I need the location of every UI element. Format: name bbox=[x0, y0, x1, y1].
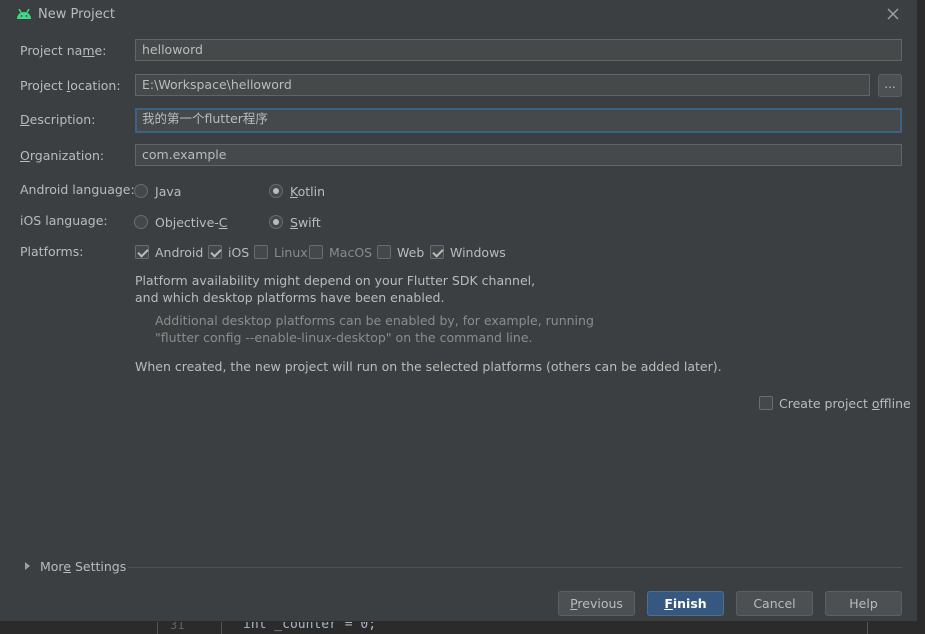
gutter-border-left bbox=[157, 622, 158, 634]
ios-platform-label[interactable]: iOS bbox=[228, 245, 249, 260]
create-offline-checkbox[interactable] bbox=[759, 396, 773, 410]
organization-label: Organization: bbox=[20, 148, 105, 163]
project-name-input[interactable]: helloword bbox=[135, 39, 902, 61]
project-location-input[interactable]: E:\Workspace\helloword bbox=[135, 74, 870, 96]
android-checkbox[interactable] bbox=[135, 245, 149, 259]
linux-platform-label[interactable]: Linux bbox=[274, 245, 308, 260]
project-name-label: Project name: bbox=[20, 43, 107, 58]
desktop-hint-line-1: Additional desktop platforms can be enab… bbox=[155, 313, 594, 328]
project-location-label: Project location: bbox=[20, 78, 121, 93]
browse-button[interactable]: ... bbox=[878, 74, 902, 97]
background-editor: 31 int _counter = 0; bbox=[0, 622, 925, 634]
more-settings-separator bbox=[128, 567, 902, 568]
ios-language-label: iOS language: bbox=[20, 213, 108, 228]
availability-note-line-1: Platform availability might depend on yo… bbox=[135, 273, 536, 288]
web-checkbox[interactable] bbox=[377, 245, 391, 259]
ios-checkbox[interactable] bbox=[208, 245, 222, 259]
android-platform-label[interactable]: Android bbox=[155, 245, 203, 260]
windows-checkbox[interactable] bbox=[430, 245, 444, 259]
swift-label[interactable]: Swift bbox=[290, 215, 321, 230]
description-label: Description: bbox=[20, 112, 96, 127]
kotlin-radio[interactable] bbox=[269, 184, 283, 198]
finish-button[interactable]: Finish bbox=[647, 591, 724, 616]
macos-checkbox[interactable] bbox=[309, 245, 323, 259]
linux-checkbox[interactable] bbox=[254, 245, 268, 259]
window-title: New Project bbox=[38, 7, 115, 22]
availability-note-line-2: and which desktop platforms have been en… bbox=[135, 290, 445, 305]
kotlin-label[interactable]: Kotlin bbox=[290, 184, 325, 199]
code-line: int _counter = 0; bbox=[243, 622, 377, 632]
line-number: 31 bbox=[170, 622, 185, 632]
previous-button[interactable]: Previous bbox=[558, 591, 635, 616]
gutter-border bbox=[221, 622, 222, 634]
expand-arrow-icon bbox=[25, 562, 30, 570]
title-bar: New Project bbox=[0, 0, 917, 30]
web-platform-label[interactable]: Web bbox=[397, 245, 424, 260]
desktop-hint-line-2: "flutter config --enable-linux-desktop" … bbox=[155, 330, 533, 345]
swift-radio[interactable] bbox=[269, 215, 283, 229]
description-input[interactable]: 我的第一个flutter程序 bbox=[135, 108, 902, 133]
objective-c-label[interactable]: Objective-C bbox=[155, 215, 228, 230]
cancel-button[interactable]: Cancel bbox=[736, 591, 813, 616]
help-button[interactable]: Help bbox=[825, 591, 902, 616]
android-language-label: Android language: bbox=[20, 182, 135, 197]
java-radio[interactable] bbox=[134, 184, 148, 198]
created-note: When created, the new project will run o… bbox=[135, 359, 722, 374]
create-offline-label[interactable]: Create project offline bbox=[779, 396, 911, 411]
close-icon[interactable] bbox=[884, 5, 902, 23]
platforms-label: Platforms: bbox=[20, 244, 84, 259]
windows-platform-label[interactable]: Windows bbox=[450, 245, 506, 260]
java-label[interactable]: Java bbox=[155, 184, 181, 199]
android-icon bbox=[17, 8, 31, 19]
new-project-dialog: New Project Project name: helloword Proj… bbox=[0, 0, 918, 622]
macos-platform-label[interactable]: MacOS bbox=[329, 245, 372, 260]
objective-c-radio[interactable] bbox=[134, 215, 148, 229]
right-margin-line bbox=[867, 622, 868, 634]
more-settings-label: More Settings bbox=[40, 559, 127, 574]
organization-input[interactable]: com.example bbox=[135, 144, 902, 166]
